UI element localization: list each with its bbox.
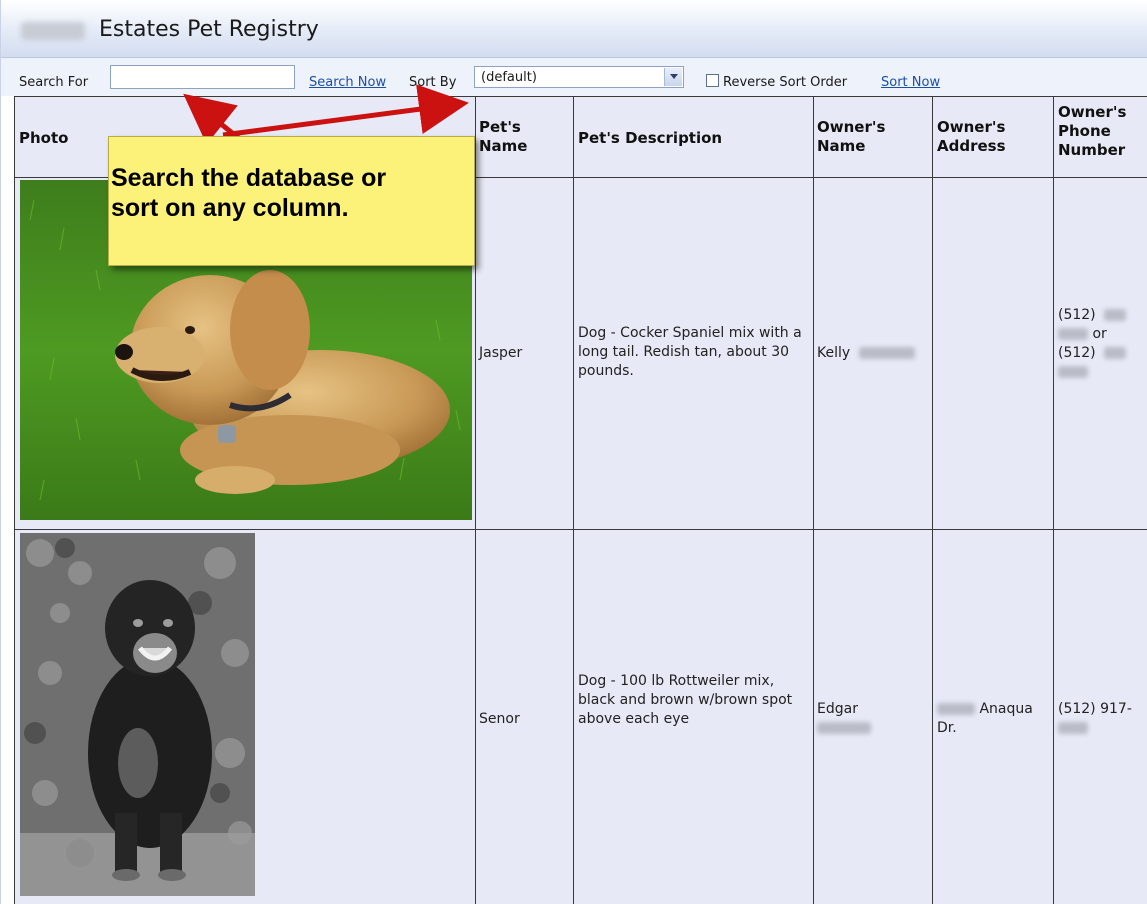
callout-line: sort on any column. (111, 194, 349, 222)
arrow-to-sort (222, 84, 469, 138)
callout-text: Search the database or sort on any colum… (111, 163, 471, 223)
app-window: Estates Pet Registry Search For Search N… (0, 0, 1147, 904)
callout-line: Search the database or (111, 164, 387, 192)
help-callout: Search the database or sort on any colum… (108, 136, 475, 266)
